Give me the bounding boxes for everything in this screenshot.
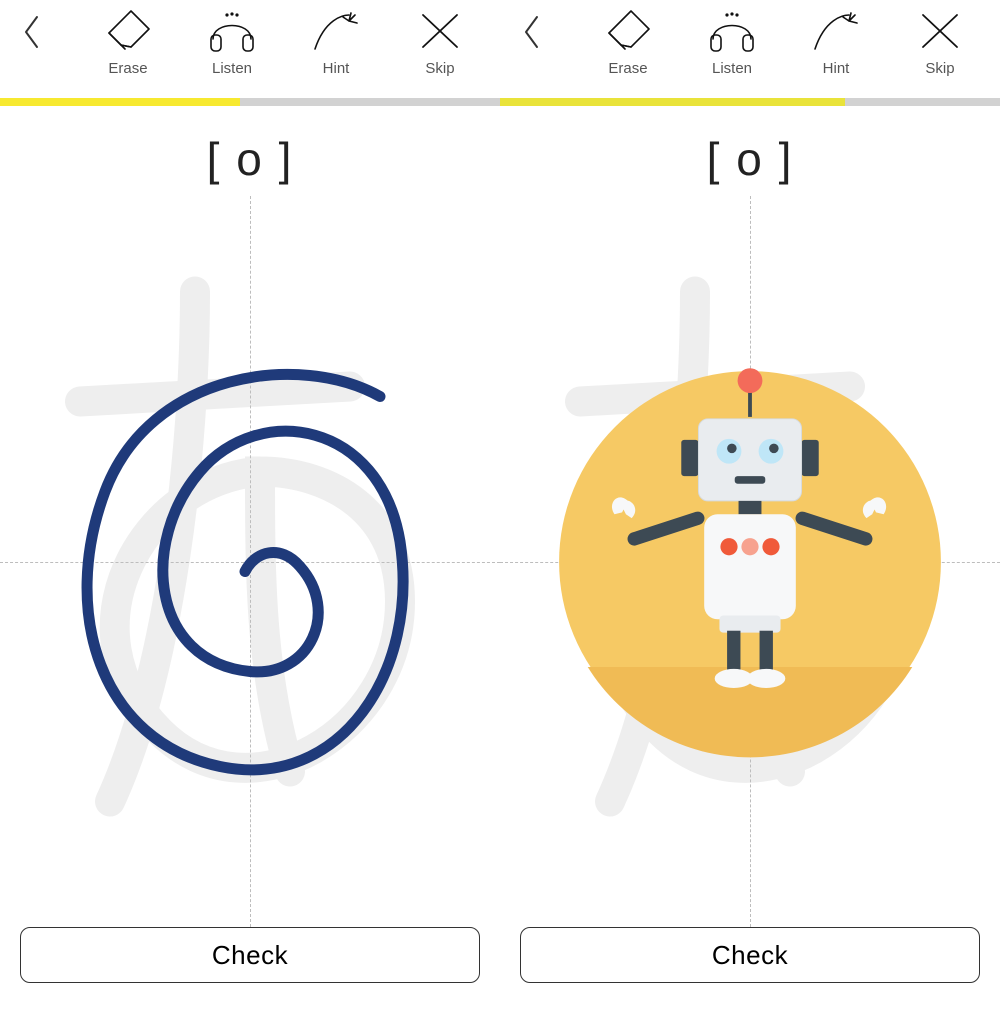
- back-button[interactable]: [510, 4, 554, 64]
- erase-label: Erase: [608, 60, 647, 77]
- toolbar: Erase Listen Hint: [0, 0, 500, 98]
- wand-icon: [806, 4, 866, 58]
- check-button[interactable]: Check: [20, 927, 480, 983]
- erase-button[interactable]: Erase: [88, 4, 168, 77]
- drawing-canvas[interactable]: [0, 196, 500, 927]
- progress-bar: [500, 98, 1000, 106]
- drawing-canvas[interactable]: [500, 196, 1000, 927]
- headphones-icon: [702, 4, 762, 58]
- prompt-text: [ o ]: [500, 132, 1000, 186]
- listen-label: Listen: [712, 60, 752, 77]
- hint-label: Hint: [823, 60, 850, 77]
- cross-icon: [410, 4, 470, 58]
- hint-button[interactable]: Hint: [296, 4, 376, 77]
- progress-bar: [0, 98, 500, 106]
- back-button[interactable]: [10, 4, 54, 64]
- hint-illustration: [500, 196, 1000, 927]
- toolbar: Erase Listen Hint: [500, 0, 1000, 98]
- skip-label: Skip: [425, 60, 454, 77]
- eraser-icon: [98, 4, 158, 58]
- skip-label: Skip: [925, 60, 954, 77]
- erase-label: Erase: [108, 60, 147, 77]
- skip-button[interactable]: Skip: [400, 4, 480, 77]
- headphones-icon: [202, 4, 262, 58]
- listen-button[interactable]: Listen: [192, 4, 272, 77]
- chevron-left-icon: [22, 14, 42, 55]
- user-stroke: [0, 196, 500, 927]
- progress-fill: [500, 98, 845, 106]
- left-pane: Erase Listen Hint: [0, 0, 500, 1011]
- listen-button[interactable]: Listen: [692, 4, 772, 77]
- listen-label: Listen: [212, 60, 252, 77]
- eraser-icon: [598, 4, 658, 58]
- hint-label: Hint: [323, 60, 350, 77]
- cross-icon: [910, 4, 970, 58]
- wand-icon: [306, 4, 366, 58]
- prompt-text: [ o ]: [0, 132, 500, 186]
- progress-fill: [0, 98, 240, 106]
- right-pane: Erase Listen Hint: [500, 0, 1000, 1011]
- skip-button[interactable]: Skip: [900, 4, 980, 77]
- hint-button[interactable]: Hint: [796, 4, 876, 77]
- erase-button[interactable]: Erase: [588, 4, 668, 77]
- chevron-left-icon: [522, 14, 542, 55]
- check-button[interactable]: Check: [520, 927, 980, 983]
